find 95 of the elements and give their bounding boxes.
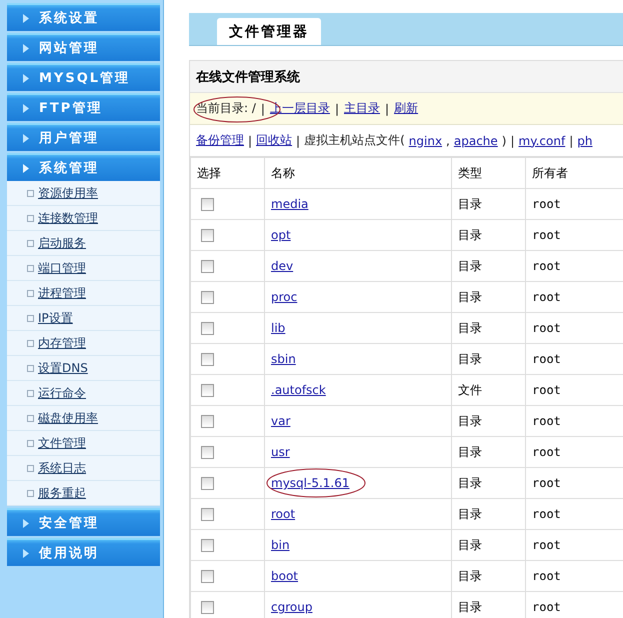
panel-title: 在线文件管理系统	[190, 61, 623, 93]
menu-group[interactable]: FTP管理	[7, 93, 160, 121]
checkbox[interactable]	[201, 290, 214, 304]
column-header: 名称	[264, 158, 452, 188]
checkbox[interactable]	[201, 322, 214, 335]
bullet-icon	[27, 190, 34, 196]
bullet-icon	[27, 364, 34, 372]
checkbox[interactable]	[201, 384, 214, 397]
file-link[interactable]: cgroup	[271, 600, 312, 614]
checkbox[interactable]	[201, 538, 214, 552]
menu-group[interactable]: 使用说明	[7, 538, 160, 566]
bullet-icon	[27, 390, 34, 396]
link[interactable]: 主目录	[344, 100, 380, 117]
column-header: 所有者	[526, 158, 623, 188]
separator: |	[385, 102, 390, 116]
separator: |	[260, 102, 265, 116]
checkbox[interactable]	[201, 476, 214, 490]
file-link[interactable]: boot	[271, 569, 298, 583]
menu-group[interactable]: 用户管理	[7, 123, 160, 151]
table-cell: 目录	[452, 344, 526, 374]
table-cell: 目录	[452, 498, 526, 530]
bullet-icon	[27, 440, 34, 446]
column-header: 类型	[452, 158, 526, 188]
menu-item[interactable]: IP设置	[38, 310, 73, 326]
link[interactable]: 备份管理	[196, 132, 244, 149]
checkbox[interactable]	[201, 570, 214, 583]
file-link[interactable]: media	[271, 197, 308, 211]
link[interactable]: 刷新	[394, 100, 418, 117]
triangle-icon	[23, 14, 29, 22]
label: ,	[446, 134, 450, 148]
file-link[interactable]: proc	[271, 290, 298, 304]
link[interactable]: nginx	[408, 134, 442, 148]
table-cell: 文件	[452, 374, 526, 406]
separator: |	[334, 102, 339, 116]
bullet-icon	[27, 240, 34, 246]
link[interactable]: my.conf	[518, 134, 566, 148]
table-cell: 目录	[452, 282, 526, 312]
triangle-icon	[23, 44, 29, 52]
triangle-icon	[23, 518, 29, 528]
triangle-icon	[23, 548, 29, 558]
menu-group[interactable]: 系统管理	[7, 153, 160, 181]
triangle-icon	[23, 74, 29, 82]
table-cell: 目录	[452, 188, 526, 220]
checkbox[interactable]	[201, 352, 214, 366]
file-link[interactable]: root	[271, 507, 296, 521]
bullet-icon	[27, 214, 34, 222]
bullet-icon	[27, 490, 34, 496]
separator: |	[510, 134, 515, 148]
checkbox[interactable]	[201, 260, 214, 273]
file-link[interactable]: usr	[271, 445, 290, 459]
link[interactable]: ph	[577, 134, 592, 148]
table-cell: 目录	[452, 530, 526, 560]
tab[interactable]: 文件管理器	[217, 18, 321, 45]
bullet-icon	[27, 264, 34, 272]
label: )	[502, 134, 506, 148]
table-cell: 目录	[452, 436, 526, 468]
separator: |	[569, 134, 574, 148]
bullet-icon	[27, 340, 34, 346]
file-link[interactable]: sbin	[271, 352, 296, 366]
table-cell: 目录	[452, 220, 526, 250]
bullet-icon	[27, 314, 34, 322]
triangle-icon	[23, 134, 29, 142]
bullet-icon	[27, 290, 34, 296]
menu-group[interactable]: 网站管理	[7, 33, 160, 61]
link[interactable]: apache	[454, 134, 498, 148]
checkbox[interactable]	[201, 446, 214, 459]
bullet-icon	[27, 414, 34, 422]
column-header: 选择	[190, 158, 264, 188]
triangle-icon	[23, 104, 29, 112]
label: 虚拟主机站点文件(	[304, 132, 405, 149]
file-link[interactable]: lib	[271, 321, 286, 335]
table-cell: 目录	[452, 406, 526, 436]
file-link[interactable]: bin	[271, 538, 290, 552]
checkbox[interactable]	[201, 414, 214, 428]
file-link[interactable]: opt	[271, 228, 291, 242]
separator: |	[296, 134, 300, 148]
menu-group[interactable]: MYSQL管理	[7, 63, 160, 91]
table-cell: 目录	[452, 560, 526, 592]
file-link[interactable]: .autofsck	[271, 383, 326, 397]
triangle-icon	[23, 164, 29, 172]
menu-group[interactable]: 系统设置	[7, 3, 160, 31]
file-link[interactable]: dev	[271, 259, 294, 273]
file-link[interactable]: var	[271, 414, 290, 428]
menu-group[interactable]: 安全管理	[7, 508, 160, 536]
checkbox[interactable]	[201, 600, 214, 614]
link[interactable]: 回收站	[256, 132, 292, 149]
checkbox[interactable]	[201, 198, 214, 211]
table-cell: 目录	[452, 250, 526, 282]
checkbox[interactable]	[201, 508, 214, 521]
separator: |	[248, 134, 252, 148]
bullet-icon	[27, 464, 34, 472]
table-cell: 目录	[452, 468, 526, 498]
checkbox[interactable]	[201, 228, 214, 242]
label: 当前目录: /	[196, 100, 256, 117]
table-cell: 目录	[452, 312, 526, 344]
